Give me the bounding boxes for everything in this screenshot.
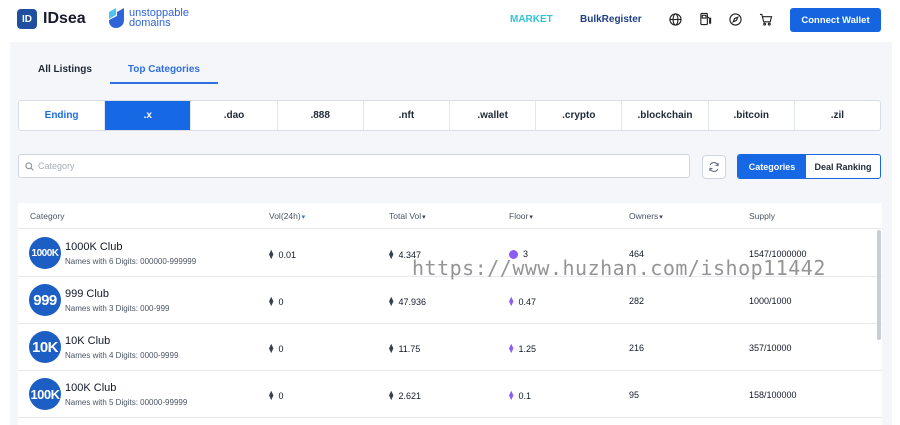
eth-icon: ⧫ [389,390,394,400]
column-total-vol[interactable]: Total Vol▾ [389,211,426,221]
owners-cell: 282 [629,296,645,306]
sort-caret-icon: ▾ [529,214,533,221]
column-supply: Supply [749,211,775,221]
total-vol-cell: ⧫ 2.621 [389,390,421,401]
vol24h-cell: ⧫ 0 [269,296,284,307]
listing-tabs: All Listings Top Categories [20,58,218,84]
tab-all-listings[interactable]: All Listings [20,58,110,84]
supply-cell: 1547/1000000 [749,249,807,259]
supply-cell: 357/10000 [749,343,792,353]
unstoppable-domains-logo[interactable]: unstoppable domains [108,8,189,29]
category-name[interactable]: 999 Club [65,288,109,300]
category-bitcoin[interactable]: .bitcoin [709,101,795,130]
column-vol24h[interactable]: Vol(24h)▾ [269,211,305,221]
deal-ranking-toggle[interactable]: Deal Ranking [806,155,880,178]
polygon-icon: ⧫ [509,296,514,306]
gas-pump-icon[interactable] [697,11,713,27]
table-header: Category Vol(24h)▾ Total Vol▾ Floor▾ Own… [18,203,882,229]
table-row[interactable]: 100K 100K Club Names with 5 Digits: 0000… [18,371,882,418]
eth-icon: ⧫ [389,249,394,259]
category-description: Names with 5 Digits: 00000-99999 [65,398,188,407]
floor-cell: 3 [509,249,528,259]
table-row[interactable]: 10K 10K Club Names with 4 Digits: 0000-9… [18,324,882,371]
brand-name: IDsea [43,10,86,27]
category-search [18,154,690,178]
category-888[interactable]: .888 [278,101,364,130]
compass-icon[interactable] [727,11,743,27]
refresh-button[interactable] [702,155,726,179]
category-filter-bar: Ending .x .dao .888 .nft .wallet .crypto… [18,100,881,131]
sort-caret-icon: ▾ [422,214,426,221]
category-name[interactable]: 100K Club [65,382,116,394]
supply-cell: 158/100000 [749,390,797,400]
eth-icon: ⧫ [389,296,394,306]
owners-cell: 95 [629,390,640,400]
vol24h-cell: ⧫ 0.01 [269,249,296,260]
category-crypto[interactable]: .crypto [536,101,623,130]
polygon-icon: ⧫ [509,390,514,400]
category-avatar: 1000K [29,237,61,269]
nav-bulk-register-link[interactable]: BulkRegister [580,14,642,25]
unstoppable-domains-icon [109,8,124,28]
supply-cell: 1000/1000 [749,296,792,306]
partner-name-line2: domains [129,17,171,29]
top-navbar: ID IDsea unstoppable domains MARKET Bulk… [0,0,900,42]
table-row[interactable]: 999 999 Club Names with 3 Digits: 000-99… [18,277,882,324]
category-description: Names with 4 Digits: 0000-9999 [65,351,179,360]
cart-icon[interactable] [758,11,774,27]
sort-caret-icon: ▾ [301,214,306,221]
owners-cell: 216 [629,343,645,353]
floor-cell: ⧫ 0.47 [509,296,536,307]
eth-icon: ⧫ [269,296,274,306]
search-icon [25,161,34,171]
column-floor[interactable]: Floor▾ [509,211,533,221]
category-avatar: 999 [29,284,61,316]
category-name[interactable]: 1000K Club [65,241,123,253]
sort-caret-icon: ▾ [659,214,663,221]
floor-cell: ⧫ 1.25 [509,343,536,354]
total-vol-cell: ⧫ 47.936 [389,296,426,307]
category-wallet[interactable]: .wallet [450,101,537,130]
category-ending[interactable]: Ending [19,101,106,130]
eth-icon: ⧫ [269,343,274,353]
eth-icon: ⧫ [269,390,274,400]
floor-cell: ⧫ 0.1 [509,390,531,401]
idsea-logo-mark: ID [17,9,37,29]
total-vol-cell: ⧫ 4.347 [389,249,421,260]
eth-icon: ⧫ [389,343,394,353]
category-search-input[interactable] [38,161,678,171]
idsea-logo[interactable]: ID IDsea [17,9,86,29]
category-nft[interactable]: .nft [364,101,451,130]
refresh-icon [709,162,719,172]
category-zil[interactable]: .zil [795,101,880,130]
owners-cell: 464 [629,249,645,259]
category-dao[interactable]: .dao [191,101,278,130]
table-scrollbar[interactable] [877,230,881,340]
column-owners[interactable]: Owners▾ [629,211,663,221]
nav-market-link[interactable]: MARKET [510,14,553,25]
category-blockchain[interactable]: .blockchain [622,101,709,130]
polygon-coin-icon [509,249,518,259]
category-avatar: 10K [29,331,61,363]
view-toggle: Categories Deal Ranking [737,154,881,179]
categories-table: Category Vol(24h)▾ Total Vol▾ Floor▾ Own… [18,203,882,425]
category-name[interactable]: 10K Club [65,335,110,347]
category-description: Names with 6 Digits: 000000-999999 [65,257,197,266]
categories-toggle[interactable]: Categories [738,155,806,178]
vol24h-cell: ⧫ 0 [269,343,284,354]
tab-top-categories[interactable]: Top Categories [109,58,218,84]
globe-icon[interactable] [667,11,683,27]
eth-icon: ⧫ [269,249,274,259]
category-description: Names with 3 Digits: 000-999 [65,304,170,313]
total-vol-cell: ⧫ 11.75 [389,343,421,354]
connect-wallet-button[interactable]: Connect Wallet [790,8,881,32]
vol24h-cell: ⧫ 0 [269,390,284,401]
partner-name: unstoppable domains [129,8,189,29]
category-avatar: 100K [29,378,61,410]
polygon-icon: ⧫ [509,343,514,353]
category-x[interactable]: .x [105,101,192,130]
table-row[interactable]: 1000K 1000K Club Names with 6 Digits: 00… [18,230,882,277]
column-category: Category [30,211,65,221]
